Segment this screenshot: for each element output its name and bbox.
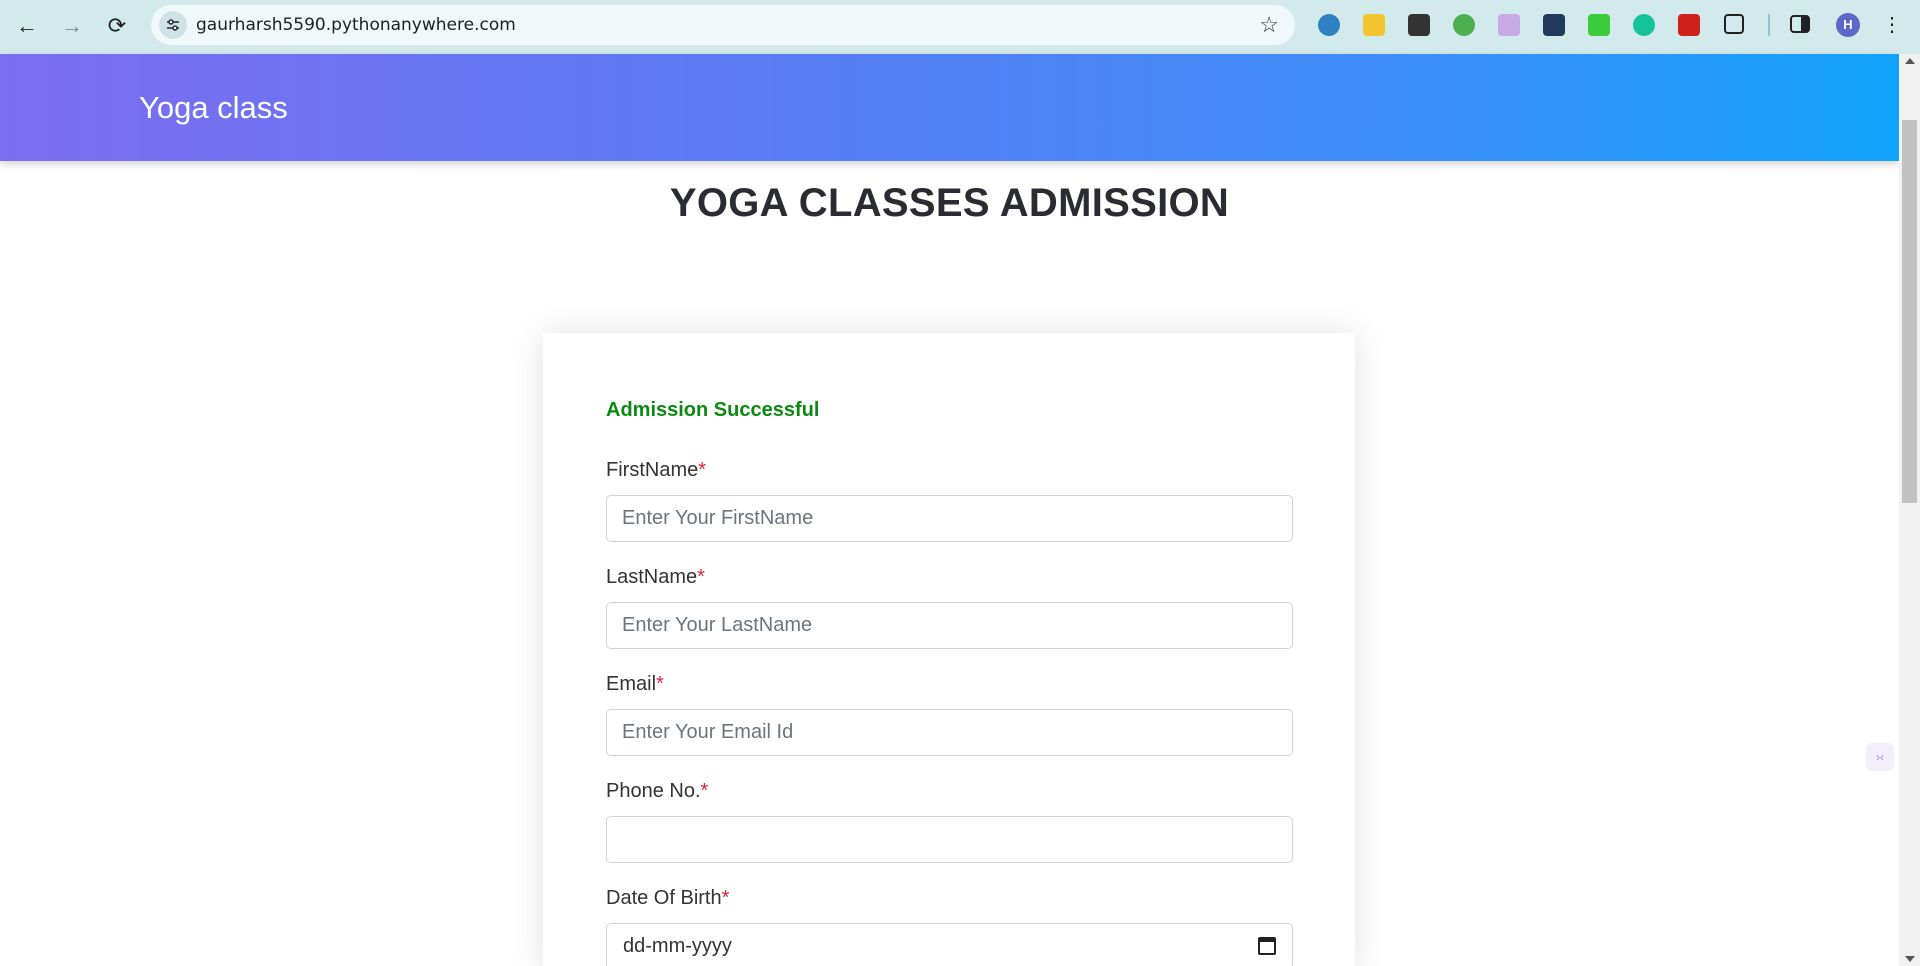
firstname-input[interactable] — [606, 495, 1293, 542]
phone-label: Phone No.* — [606, 780, 709, 802]
lastname-label: LastName* — [606, 566, 705, 588]
calendar-icon[interactable] — [1258, 937, 1276, 955]
required-mark: * — [721, 887, 730, 909]
site-settings-icon — [167, 19, 179, 31]
bookmark-star-icon[interactable]: ☆ — [1259, 13, 1279, 37]
required-mark: * — [656, 673, 664, 695]
required-mark: * — [698, 459, 707, 481]
dob-input[interactable]: dd-mm-yyyy — [606, 923, 1293, 966]
scroll-thumb[interactable] — [1902, 120, 1917, 503]
dob-value: dd-mm-yyyy — [623, 935, 732, 957]
firstname-label: FirstName* — [606, 459, 707, 481]
forward-arrow-icon: → — [61, 13, 83, 38]
ext-blue-icon[interactable] — [1318, 14, 1340, 36]
page-title: YOGA CLASSES ADMISSION — [669, 181, 1230, 225]
back-button[interactable]: ← — [12, 11, 42, 41]
ext-dark-icon[interactable] — [1543, 14, 1565, 36]
email-input[interactable] — [606, 709, 1293, 756]
forward-button[interactable]: → — [57, 11, 87, 41]
reload-button[interactable]: ⟳ — [102, 11, 132, 41]
ext-notes-icon[interactable] — [1363, 14, 1385, 36]
ext-grammarly-icon[interactable] — [1633, 14, 1655, 36]
browser-toolbar: ← → ⟳ gaurharsh5590.pythonanywhere.com ☆… — [0, 0, 1920, 54]
profile-avatar[interactable]: H — [1836, 13, 1860, 37]
extensions-puzzle-icon[interactable] — [1724, 14, 1744, 34]
email-label: Email* — [606, 673, 664, 695]
success-message: Admission Successful — [606, 399, 820, 421]
floating-extension-widget[interactable]: ›‹ — [1866, 743, 1894, 771]
ext-lock-icon[interactable] — [1588, 14, 1610, 36]
admission-form-card: Admission Successful FirstName* LastName… — [543, 333, 1355, 966]
site-info-button[interactable] — [159, 11, 187, 39]
ext-robot-icon[interactable] — [1453, 14, 1475, 36]
page-scrollbar[interactable] — [1899, 54, 1920, 966]
ext-purple-icon[interactable] — [1498, 14, 1520, 36]
reload-icon: ⟳ — [107, 13, 127, 38]
address-bar[interactable]: gaurharsh5590.pythonanywhere.com ☆ — [151, 5, 1295, 45]
navbar-brand[interactable]: Yoga class — [139, 54, 288, 161]
ext-search-icon[interactable] — [1408, 14, 1430, 36]
phone-input[interactable] — [606, 816, 1293, 863]
site-navbar: Yoga class — [0, 54, 1899, 161]
scroll-down-arrow-icon[interactable] — [1905, 956, 1915, 962]
dob-label: Date Of Birth* — [606, 887, 730, 909]
required-mark: * — [700, 780, 709, 802]
back-arrow-icon: ← — [16, 13, 38, 38]
side-panel-icon[interactable] — [1790, 15, 1810, 33]
required-mark: * — [697, 566, 705, 588]
url-text[interactable]: gaurharsh5590.pythonanywhere.com — [196, 5, 516, 45]
browser-menu-icon[interactable]: ⋮ — [1882, 13, 1902, 37]
ext-pdf-icon[interactable] — [1678, 14, 1700, 36]
scroll-up-arrow-icon[interactable] — [1905, 58, 1915, 64]
toolbar-divider — [1768, 14, 1770, 36]
lastname-input[interactable] — [606, 602, 1293, 649]
